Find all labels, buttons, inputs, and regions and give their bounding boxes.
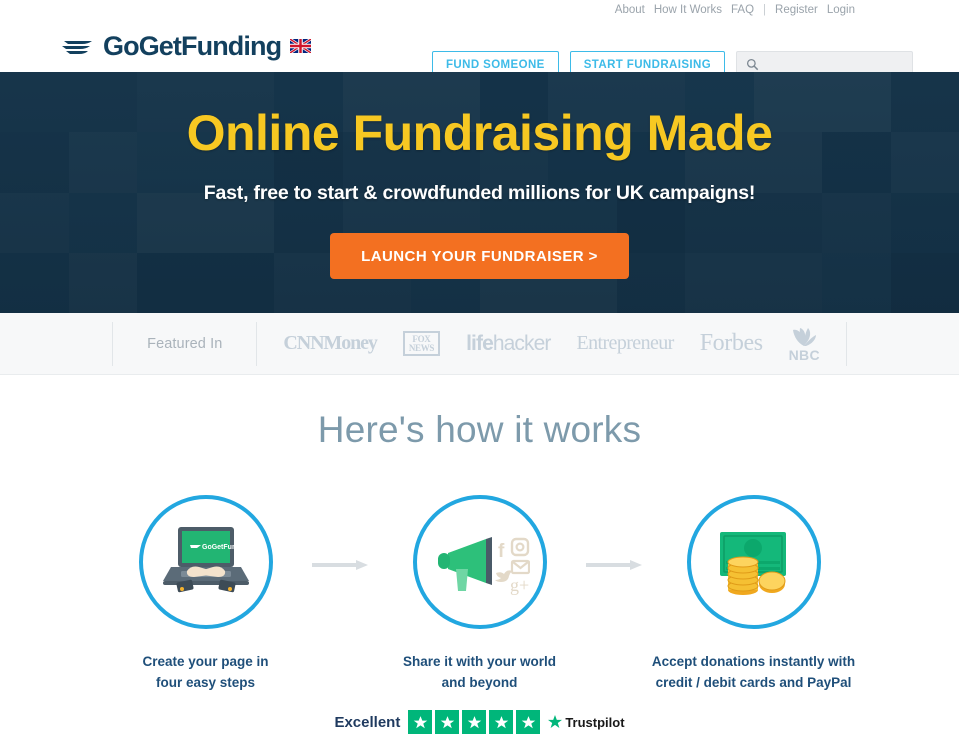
- brand-logo-foxnews[interactable]: FOX NEWS: [402, 331, 441, 356]
- step-3-line2: credit / debit cards and PayPal: [655, 674, 852, 690]
- step-2-line1: Share it with your world: [402, 654, 556, 669]
- star: [408, 710, 433, 735]
- steps-row: GoGetFunding Create your page in four ea…: [0, 495, 959, 693]
- trustpilot-rating-word: Excellent: [334, 713, 401, 731]
- step-accept-donations: Accept donations instantly with credit /…: [648, 495, 860, 693]
- laptop-typing-icon: GoGetFunding: [162, 527, 251, 593]
- trustpilot-brand: Trustpilot: [565, 714, 625, 730]
- logo[interactable]: GoGetFunding: [62, 30, 312, 61]
- search-icon: [747, 58, 759, 71]
- arrow-1: [311, 559, 374, 571]
- featured-in-band: Featured In CNN Money FOX NEWS life hacker …: [0, 313, 959, 375]
- site-header: GoGetFunding FUND SOMEONE START FUNDRAIS…: [0, 20, 959, 78]
- brand-logo-cnnmoney[interactable]: CNN Money: [283, 332, 378, 355]
- step-2-line2: and beyond: [441, 674, 518, 690]
- top-utility-nav: About How It Works FAQ | Register Login: [0, 0, 959, 20]
- cnn-lead: CNN: [283, 332, 324, 354]
- launch-fundraiser-button[interactable]: LAUNCH YOUR FUNDRAISER >: [330, 233, 629, 279]
- step-1-line1: Create your page in: [142, 654, 269, 669]
- instagram-icon: [510, 537, 529, 557]
- hero-title: Online Fundraising Made: [186, 105, 773, 161]
- step-3-caption: Accept donations instantly with credit /…: [652, 652, 855, 693]
- search-input[interactable]: [765, 58, 901, 71]
- nbc-label: NBC: [788, 347, 820, 363]
- nav-link-about[interactable]: About: [615, 4, 645, 16]
- nav-link-faq[interactable]: FAQ: [731, 4, 754, 16]
- trustpilot-rating[interactable]: Excellent Trustpilot: [0, 710, 959, 735]
- brand-logo-lifehacker[interactable]: life hacker: [466, 331, 552, 356]
- coin-stack: [727, 556, 758, 595]
- brand-logo-nbc[interactable]: NBC: [789, 325, 820, 362]
- nav-link-how-it-works[interactable]: How It Works: [654, 4, 722, 16]
- brand-logo-forbes[interactable]: Forbes: [700, 330, 763, 357]
- megaphone-social-icon: f g+: [437, 537, 530, 595]
- star: [516, 710, 541, 735]
- nav-link-register[interactable]: Register: [775, 4, 818, 16]
- step-2-caption: Share it with your world and beyond: [403, 652, 556, 693]
- wing-logo-icon: [62, 41, 92, 54]
- section-title: Here's how it works: [317, 409, 642, 450]
- featured-in-label: Featured In: [147, 335, 223, 352]
- cnn-tail: Money: [323, 332, 377, 354]
- hero-banner: Online Fundraising Made Fast, free to st…: [0, 72, 959, 313]
- trustpilot-stars: [408, 710, 541, 735]
- step-1-caption: Create your page in four easy steps: [142, 652, 268, 693]
- step-create-page: GoGetFunding Create your page in four ea…: [100, 495, 312, 693]
- logo-text: GoGetFunding: [103, 30, 282, 61]
- brand-logo-entrepreneur[interactable]: Entrepreneur: [577, 332, 675, 355]
- step-2-circle: f g+: [412, 495, 547, 629]
- how-it-works-section: Here's how it works GoGetFunding Create …: [0, 375, 959, 735]
- nbc-peacock-icon: [793, 328, 817, 346]
- divider-right: [845, 321, 847, 366]
- star: [489, 710, 514, 735]
- trustpilot-star-icon: [548, 715, 563, 729]
- laptop-screen-text: GoGetFunding: [202, 544, 251, 551]
- trustpilot-logo: Trustpilot: [548, 714, 625, 730]
- arrow-2: [585, 559, 648, 571]
- lifehacker-lead: life: [466, 331, 494, 355]
- money-coins-icon: [719, 532, 786, 595]
- step-3-circle: [686, 495, 821, 629]
- googleplus-icon: g+: [510, 575, 529, 595]
- nav-link-login[interactable]: Login: [827, 4, 855, 16]
- fox-line2: NEWS: [408, 342, 435, 353]
- arrow-right-icon: [585, 560, 642, 570]
- step-1-line2: four easy steps: [155, 674, 256, 690]
- uk-flag-icon[interactable]: [290, 39, 312, 53]
- step-1-circle: GoGetFunding: [138, 495, 273, 629]
- step-share-world: f g+ Share it with your world and beyond: [374, 495, 586, 693]
- facebook-icon: f: [498, 541, 505, 562]
- hero-subtitle: Fast, free to start & crowdfunded millio…: [203, 182, 756, 204]
- star: [462, 710, 487, 735]
- star: [435, 710, 460, 735]
- step-3-line1: Accept donations instantly with: [651, 654, 856, 669]
- lifehacker-tail: hacker: [492, 331, 552, 355]
- nav-separator: |: [763, 4, 767, 16]
- arrow-right-icon: [311, 560, 368, 570]
